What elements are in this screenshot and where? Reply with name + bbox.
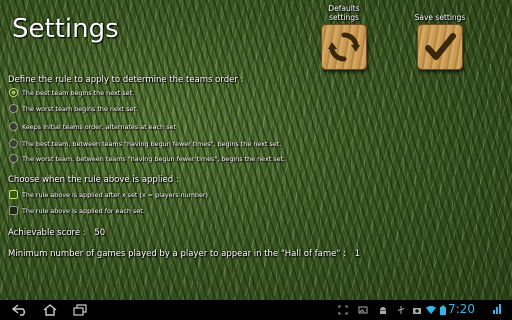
defaults-settings-label: Defaults settings [328, 4, 360, 22]
min-games-value[interactable]: 1 [355, 249, 360, 259]
option-label: The rule above is applied after x set (x… [22, 190, 209, 199]
option-label: The worst team, between teams "having be… [22, 154, 286, 163]
recent-apps-icon[interactable] [72, 303, 88, 317]
clock-time[interactable]: 7:20 [448, 302, 475, 316]
back-icon[interactable] [12, 303, 28, 317]
checkbox-checked[interactable] [9, 190, 18, 199]
radio-button[interactable] [9, 122, 18, 131]
checkbox[interactable] [9, 206, 18, 215]
screenshot-icon [338, 305, 348, 315]
radio-button[interactable] [9, 104, 18, 113]
apply-option-each-set[interactable]: The rule above is applied for each set. [9, 205, 145, 216]
order-option-keep-initial[interactable]: Keeps initial teams order, alternates at… [9, 121, 176, 132]
save-settings-tile[interactable] [417, 24, 463, 70]
min-games-row: Minimum number of games played by a play… [8, 249, 360, 259]
signal-icon [492, 304, 502, 314]
order-option-worst-team[interactable]: The worst team begins the next set. [9, 103, 138, 114]
usb-icon [396, 305, 406, 315]
order-rule-label: Define the rule to apply to determine th… [8, 75, 244, 85]
radio-button[interactable] [9, 139, 18, 148]
refresh-icon [328, 32, 360, 62]
option-label: The best team, between teams "having beg… [22, 139, 282, 148]
achievable-score-label: Achievable score : [8, 228, 86, 238]
settings-screen: Settings Defaults settings Save settings… [0, 0, 512, 320]
order-option-worst-fewer[interactable]: The worst team, between teams "having be… [9, 153, 285, 164]
min-games-label: Minimum number of games played by a play… [8, 249, 346, 259]
defaults-settings-button[interactable]: Defaults settings [314, 4, 374, 70]
order-option-best-fewer[interactable]: The best team, between teams "having beg… [9, 138, 281, 149]
radio-button-selected[interactable] [9, 88, 18, 97]
option-label: The best team begins the next set. [22, 88, 135, 97]
checkmark-icon [425, 33, 456, 60]
image-icon [358, 305, 368, 315]
option-label: The rule above is applied for each set. [22, 206, 145, 215]
achievable-score-row: Achievable score : 50 [8, 228, 105, 238]
camera-icon [412, 305, 422, 315]
save-settings-label: Save settings [414, 13, 466, 22]
option-label: Keeps initial teams order, alternates at… [22, 122, 176, 131]
wifi-icon [426, 305, 436, 315]
home-icon[interactable] [42, 303, 58, 317]
apply-rule-label: Choose when the rule above is applied : [8, 175, 179, 185]
android-icon [378, 305, 388, 315]
system-navigation-bar: 7:20 [0, 300, 512, 320]
option-label: The worst team begins the next set. [22, 104, 138, 113]
battery-icon [438, 305, 448, 315]
radio-button[interactable] [9, 154, 18, 163]
order-option-best-team[interactable]: The best team begins the next set. [9, 87, 134, 98]
apply-option-after-x-sets[interactable]: The rule above is applied after x set (x… [9, 189, 208, 200]
save-settings-button[interactable]: Save settings [410, 4, 470, 70]
achievable-score-value[interactable]: 50 [94, 228, 105, 238]
defaults-settings-tile[interactable] [321, 24, 367, 70]
page-title: Settings [12, 14, 119, 44]
